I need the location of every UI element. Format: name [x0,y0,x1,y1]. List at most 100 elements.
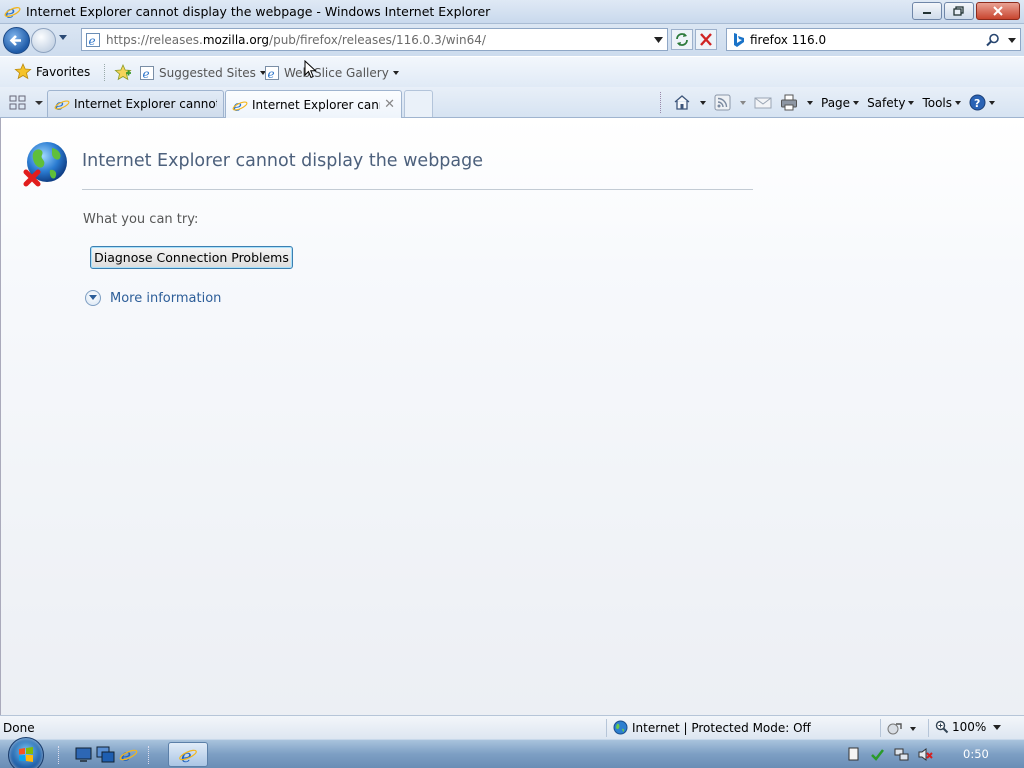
taskbar-ie-window[interactable]: e [168,742,208,767]
home-button[interactable] [673,94,706,111]
bing-icon [734,33,744,47]
favorites-star-icon [14,63,32,80]
svg-text:e: e [233,97,242,113]
read-mail-button[interactable] [754,96,772,110]
internet-explorer-quicklaunch-icon[interactable]: e [119,745,138,764]
svg-text:e: e [268,67,275,81]
ie-logo-icon: e [4,3,21,20]
safety-menu-label: Safety [867,95,906,110]
command-bar: Page Safety Tools ? [660,87,1003,118]
restore-button[interactable] [944,2,974,20]
svg-text:e: e [181,746,192,766]
recent-pages-dropdown-icon[interactable] [58,34,68,42]
network-icon[interactable] [894,747,909,762]
ie-tab-icon: e [232,97,248,113]
new-tab-button[interactable] [404,90,433,117]
windows-logo-icon [19,747,33,762]
address-dropdown-icon[interactable] [654,37,663,43]
zoom-dropdown-icon[interactable] [993,725,1001,730]
minimize-button[interactable] [912,2,942,20]
chevron-down-icon [740,100,746,105]
search-icon[interactable] [986,33,1000,47]
tab-title: Internet Explorer canno... [252,97,380,112]
refresh-button[interactable] [671,29,693,50]
expand-chevron-icon [85,290,101,306]
action-center-flag-icon[interactable] [846,747,861,762]
web-slice-gallery-link[interactable]: e Web Slice Gallery [264,65,399,81]
mouse-cursor-icon [304,60,317,79]
search-box[interactable]: firefox 116.0 [726,28,1021,51]
printer-icon [781,94,797,111]
title-bar: e Internet Explorer cannot display the w… [0,0,1024,24]
close-tab-icon[interactable]: ✕ [384,97,395,112]
window-controls [912,2,1020,20]
more-information-link[interactable]: More information [85,290,221,306]
status-separator [928,719,929,737]
internet-zone-globe-icon [613,720,628,735]
print-button[interactable] [780,94,813,111]
refresh-icon [676,33,688,46]
help-menu[interactable]: ? [969,94,996,111]
taskbar-grip [148,746,151,764]
tools-menu[interactable]: Tools [922,95,962,110]
chevron-down-icon [910,726,916,731]
help-icon: ? [969,94,986,111]
tab-error-page-1[interactable]: e Internet Explorer cannot di... [47,90,224,117]
switch-windows-icon[interactable] [96,745,115,764]
tab-list-dropdown-icon[interactable] [33,93,45,112]
more-information-label: More information [110,290,222,306]
security-check-icon[interactable] [870,747,885,762]
chevron-down-icon [955,100,962,105]
favorites-separator [104,64,106,81]
diagnose-connection-problems-button[interactable]: Diagnose Connection Problems [90,246,293,269]
tools-menu-label: Tools [922,95,953,110]
favorites-bar: Favorites e Suggested Sites e Web Slice … [0,56,1024,87]
chevron-down-icon [908,100,915,105]
page-icon: e [86,33,100,48]
status-tools-button[interactable] [887,721,916,736]
back-arrow-icon [9,35,21,46]
svg-text:e: e [143,67,150,81]
error-page-content: Internet Explorer cannot display the web… [0,118,1024,715]
globe-error-icon [23,142,67,187]
forward-button[interactable] [31,28,56,53]
show-desktop-icon[interactable] [74,745,93,764]
protected-mode-icon [887,723,902,735]
stop-icon [700,33,712,46]
search-options-dropdown-icon[interactable] [1008,38,1016,43]
chevron-down-icon [807,100,813,105]
safety-menu[interactable]: Safety [867,95,915,110]
tab-error-page-2[interactable]: e Internet Explorer canno... ✕ [225,90,402,118]
ie-page-icon: e [140,66,154,81]
minimize-icon [923,12,931,14]
svg-text:?: ? [974,97,980,110]
tab-row: e Internet Explorer cannot di... e Inter… [0,87,1024,118]
windows-taskbar: e e 0:50 [0,737,1024,768]
system-clock[interactable]: 0:50 [963,747,989,761]
page-menu[interactable]: Page [821,96,860,110]
error-title: Internet Explorer cannot display the web… [82,151,484,171]
ie-page-icon: e [265,66,279,81]
add-to-favorites-bar-icon[interactable] [114,64,132,81]
favorites-label: Favorites [36,64,91,79]
back-button[interactable] [3,27,30,54]
start-button[interactable] [8,737,44,768]
quick-tabs-icon[interactable] [6,93,30,112]
status-separator [880,719,881,737]
feeds-button[interactable] [714,94,746,111]
address-url: https://releases.mozilla.org/pub/firefox… [106,33,486,47]
volume-muted-icon[interactable] [918,747,933,762]
search-query: firefox 116.0 [750,33,827,47]
ie-tab-icon: e [54,96,70,112]
address-field[interactable]: e https://releases.mozilla.org/pub/firef… [81,28,668,51]
close-icon [993,6,1003,16]
close-button[interactable] [976,2,1020,20]
rss-feed-icon [714,94,731,111]
status-bar: Done Internet | Protected Mode: Off 100% [0,715,1024,739]
favorites-button[interactable]: Favorites [14,63,90,80]
suggested-sites-link[interactable]: e Suggested Sites [139,65,266,81]
zoom-control[interactable]: 100% [935,720,986,734]
stop-button[interactable] [695,29,717,50]
chevron-down-icon [853,100,860,105]
security-zone[interactable]: Internet | Protected Mode: Off [613,720,811,735]
